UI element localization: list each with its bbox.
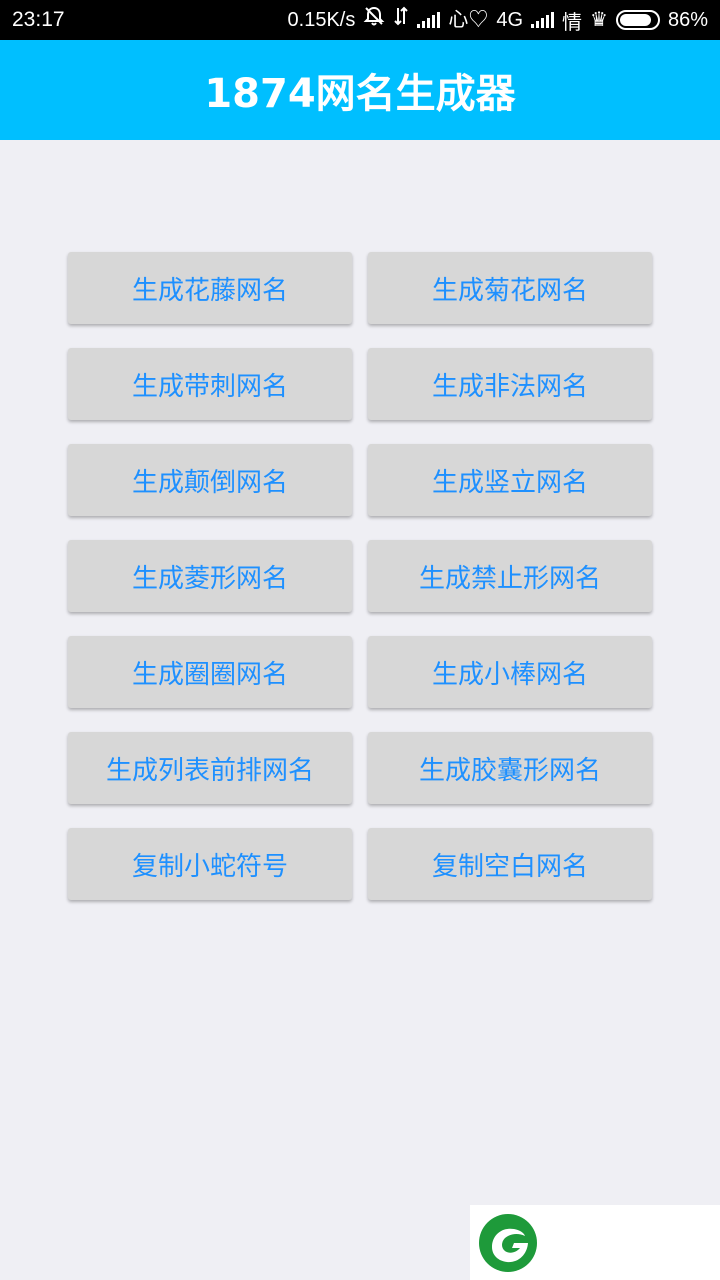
green-leaf-logo-icon: [479, 1214, 537, 1272]
generate-thorny-button[interactable]: 生成带刺网名: [68, 348, 352, 420]
button-label: 生成圈圈网名: [131, 659, 288, 690]
generate-capsule-button[interactable]: 生成胶囊形网名: [368, 732, 652, 804]
ad-banner[interactable]: [470, 1205, 720, 1280]
generate-chrysanthemum-button[interactable]: 生成菊花网名: [368, 252, 652, 324]
crown-icon: ♛: [590, 9, 608, 31]
battery-percent: 86%: [667, 8, 708, 31]
carrier-label: 情: [562, 11, 583, 34]
button-label: 生成颠倒网名: [131, 467, 288, 498]
app-screen: 23:17 0.15K/s 心♡ 4G 情 ♛ 86% 1874网名生成器 生成…: [0, 0, 720, 1280]
battery-icon: [615, 10, 660, 30]
generate-list-top-button[interactable]: 生成列表前排网名: [68, 732, 352, 804]
generate-stick-button[interactable]: 生成小棒网名: [368, 636, 652, 708]
generate-vertical-button[interactable]: 生成竖立网名: [368, 444, 652, 516]
button-label: 生成非法网名: [431, 371, 588, 402]
heart-icon: 心♡: [448, 9, 489, 31]
button-label: 生成小棒网名: [431, 659, 588, 690]
copy-snake-symbol-button[interactable]: 复制小蛇符号: [68, 828, 352, 900]
app-header: 1874网名生成器: [0, 40, 720, 140]
button-label: 生成菊花网名: [431, 275, 588, 306]
status-icons: 0.15K/s 心♡ 4G 情 ♛ 86%: [288, 6, 708, 34]
button-label: 生成花藤网名: [131, 275, 288, 306]
bell-muted-icon: [363, 5, 385, 35]
copy-blank-name-button[interactable]: 复制空白网名: [368, 828, 652, 900]
generate-diamond-button[interactable]: 生成菱形网名: [68, 540, 352, 612]
button-label: 生成禁止形网名: [418, 563, 601, 594]
button-label: 生成竖立网名: [431, 467, 588, 498]
network-type: 4G: [496, 8, 524, 31]
button-label: 生成带刺网名: [131, 371, 288, 402]
signal-icon-2: [531, 12, 555, 28]
data-arrows-icon: [393, 5, 409, 35]
status-time: 23:17: [12, 8, 65, 31]
status-bar: 23:17 0.15K/s 心♡ 4G 情 ♛ 86%: [0, 0, 720, 40]
battery-fill: [619, 14, 651, 26]
generate-illegal-button[interactable]: 生成非法网名: [368, 348, 652, 420]
generate-flower-vine-button[interactable]: 生成花藤网名: [68, 252, 352, 324]
button-label: 复制小蛇符号: [131, 851, 288, 882]
button-label: 生成列表前排网名: [105, 755, 314, 786]
generate-circle-button[interactable]: 生成圈圈网名: [68, 636, 352, 708]
page-title: 1874网名生成器: [204, 71, 516, 117]
button-label: 生成胶囊形网名: [418, 755, 601, 786]
button-grid: 生成花藤网名 生成菊花网名 生成带刺网名 生成非法网名 生成颠倒网名 生成竖立网…: [68, 252, 653, 900]
generate-upside-down-button[interactable]: 生成颠倒网名: [68, 444, 352, 516]
button-label: 生成菱形网名: [131, 563, 288, 594]
generate-forbidden-button[interactable]: 生成禁止形网名: [368, 540, 652, 612]
net-speed: 0.15K/s: [287, 8, 356, 31]
signal-icon: [417, 12, 441, 28]
button-label: 复制空白网名: [431, 851, 588, 882]
